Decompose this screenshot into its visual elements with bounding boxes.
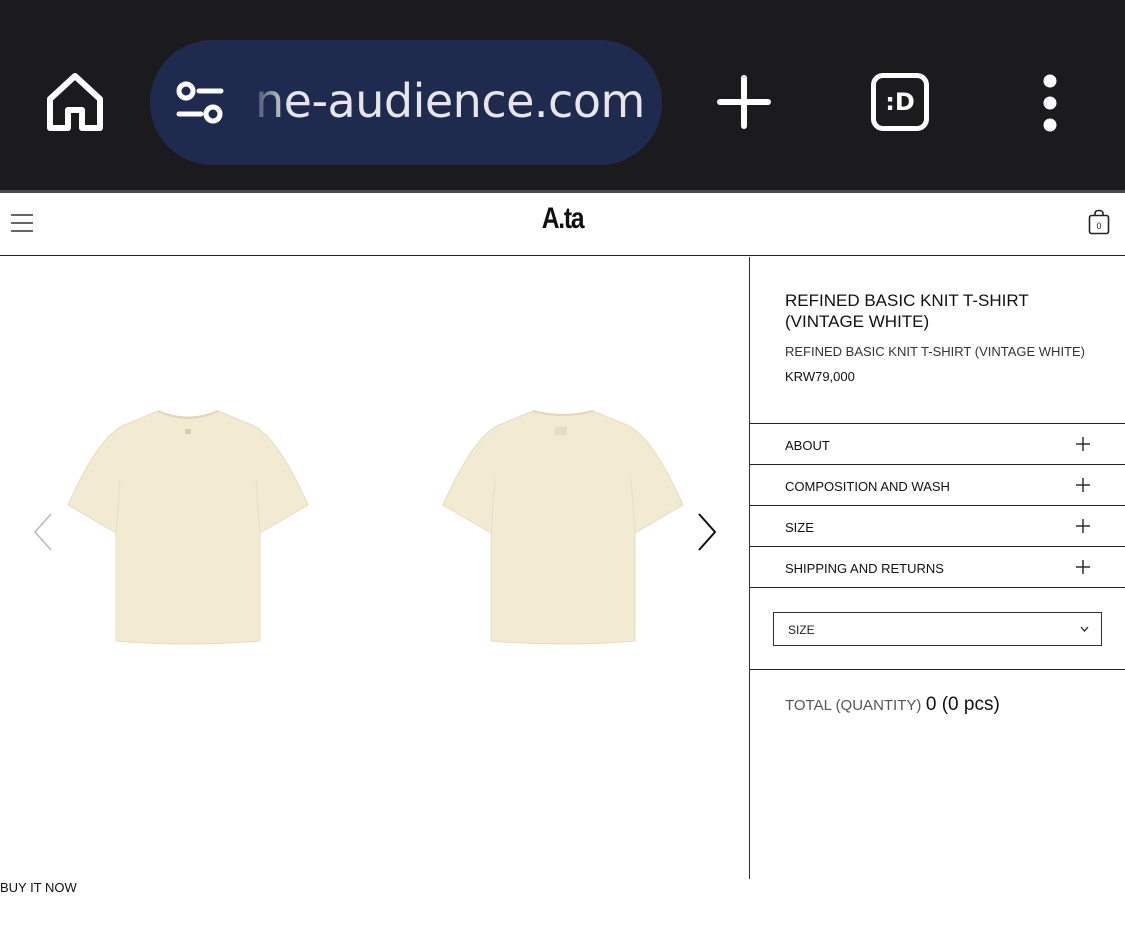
accordion-label: COMPOSITION AND WASH — [785, 479, 950, 494]
divider — [750, 669, 1125, 670]
plus-icon[interactable] — [1076, 560, 1090, 574]
chevron-down-icon — [1080, 626, 1089, 632]
accordion-composition[interactable]: COMPOSITION AND WASH — [750, 465, 1125, 506]
plus-icon[interactable] — [716, 74, 772, 130]
size-select[interactable]: SIZE — [773, 612, 1102, 646]
site-header: A.ta 0 — [0, 193, 1125, 256]
plus-icon[interactable] — [1076, 519, 1090, 533]
buy-now-button[interactable]: BUY IT NOW — [0, 880, 77, 895]
product-image-back[interactable] — [441, 409, 685, 645]
plus-icon[interactable] — [1076, 478, 1090, 492]
address-bar[interactable]: ne-audience.com — [150, 40, 662, 165]
plus-icon[interactable] — [1076, 437, 1090, 451]
home-icon[interactable] — [44, 70, 106, 134]
shopping-bag-icon: 0 — [1088, 209, 1110, 235]
accordion-shipping[interactable]: SHIPPING AND RETURNS — [750, 547, 1125, 588]
accordion-label: ABOUT — [785, 438, 830, 453]
site-logo[interactable]: A.ta — [101, 202, 1024, 236]
cart-button[interactable]: 0 — [1088, 209, 1110, 235]
total-label: TOTAL (QUANTITY) — [785, 697, 922, 714]
chevron-left-icon[interactable] — [31, 511, 55, 553]
accordion-size[interactable]: SIZE — [750, 506, 1125, 547]
total-value: 0 (0 pcs) — [925, 694, 1000, 715]
accordion-label: SHIPPING AND RETURNS — [785, 561, 944, 576]
more-vertical-icon[interactable] — [1035, 74, 1065, 132]
site-settings-icon[interactable] — [175, 81, 225, 125]
product-title: REFINED BASIC KNIT T-SHIRT (VINTAGE WHIT… — [785, 291, 1029, 331]
cart-count: 0 — [1096, 221, 1101, 231]
product-image-front[interactable] — [66, 409, 310, 645]
tab-switcher-button[interactable]: :D — [871, 73, 929, 131]
product-price: KRW79,000 — [785, 369, 855, 384]
url-fade — [242, 40, 290, 165]
accordion-about[interactable]: ABOUT — [750, 424, 1125, 465]
total-quantity: TOTAL (QUANTITY) 0 (0 pcs) — [785, 694, 1000, 716]
browser-toolbar: ne-audience.com :D — [0, 0, 1125, 190]
chevron-right-icon[interactable] — [695, 511, 719, 553]
info-accordion: ABOUT COMPOSITION AND WASH SIZE SHIPPING… — [750, 423, 1125, 588]
size-select-value: SIZE — [788, 623, 815, 637]
url-text[interactable]: ne-audience.com — [255, 74, 645, 128]
accordion-label: SIZE — [785, 520, 814, 535]
product-gallery — [0, 257, 750, 879]
product-subtitle: REFINED BASIC KNIT T-SHIRT (VINTAGE WHIT… — [785, 344, 1085, 359]
hamburger-icon[interactable] — [11, 212, 33, 234]
